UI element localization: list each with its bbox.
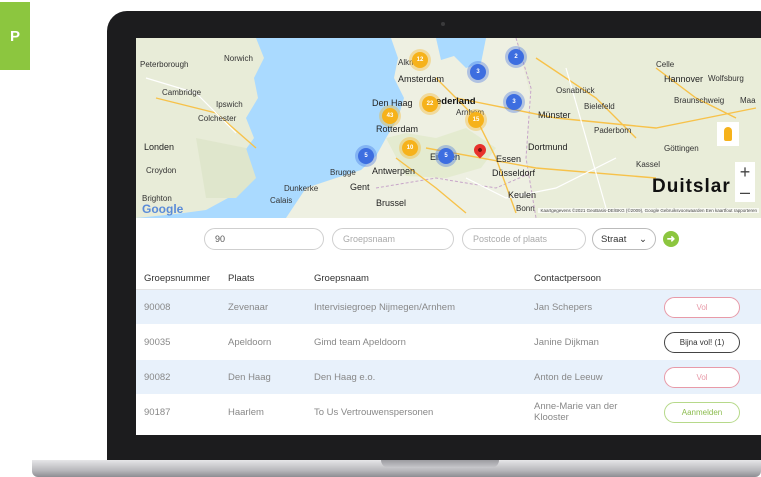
- laptop-mockup: P Peterborough Norwich Cambridge Ipswich…: [0, 0, 761, 477]
- camera-icon: [441, 22, 445, 26]
- map-label-gent: Gent: [350, 182, 370, 192]
- postcode-input[interactable]: Postcode of plaats: [462, 228, 586, 250]
- group-name-input[interactable]: Groepsnaam: [332, 228, 454, 250]
- map-label-braunschweig: Braunschweig: [674, 96, 725, 105]
- filter-bar: 90 Groepsnaam Postcode of plaats Straat …: [136, 228, 761, 252]
- map-label-norwich: Norwich: [224, 54, 253, 63]
- map-label-bielefeld: Bielefeld: [584, 102, 615, 111]
- map-label-hannover: Hannover: [664, 74, 704, 84]
- cell-group-number: 90035: [144, 336, 171, 348]
- map-label-wolfsburg: Wolfsburg: [708, 74, 744, 83]
- map-label-gottingen: Göttingen: [664, 144, 699, 153]
- status-button[interactable]: Vol: [664, 297, 740, 318]
- table-row: 90008 Zevenaar Intervisiegroep Nijmegen/…: [136, 290, 761, 325]
- map-label-ipswich: Ipswich: [216, 100, 243, 109]
- map-label-rotterdam: Rotterdam: [376, 124, 419, 134]
- cell-group-number: 90187: [144, 406, 171, 418]
- map-attribution[interactable]: Kaartgegevens ©2021 GeoBasis-DE/BKG (©20…: [538, 208, 759, 213]
- cell-group-number: 90082: [144, 371, 171, 383]
- map-cluster-marker[interactable]: 10: [402, 140, 418, 156]
- map-label-dunkerke: Dunkerke: [284, 184, 319, 193]
- cell-place: Zevenaar: [228, 301, 269, 313]
- cell-place: Den Haag: [228, 371, 271, 383]
- cell-group-name: Den Haag e.o.: [314, 371, 376, 383]
- map-label-dusseldorf: Düsseldorf: [492, 168, 536, 178]
- cell-group-name: To Us Vertrouwenspersonen: [314, 406, 434, 418]
- map-cluster-marker[interactable]: 5: [358, 148, 374, 164]
- search-go-button[interactable]: ➜: [663, 231, 679, 247]
- map-cluster-marker[interactable]: 12: [412, 52, 428, 68]
- screen: Peterborough Norwich Cambridge Ipswich C…: [136, 38, 761, 435]
- laptop-notch: [381, 460, 499, 468]
- table-row: 90082 Den Haag Den Haag e.o. Anton de Le…: [136, 360, 761, 395]
- map-label-brugge: Brugge: [330, 168, 356, 177]
- table-row: 90187 Haarlem To Us Vertrouwenspersonen …: [136, 395, 761, 430]
- groups-table: Groepsnummer Plaats Groepsnaam Contactpe…: [136, 268, 761, 430]
- group-number-input[interactable]: 90: [204, 228, 324, 250]
- map-cluster-marker[interactable]: 5: [438, 148, 454, 164]
- map-label-croydon: Croydon: [146, 166, 177, 175]
- cell-contact: Jan Schepers: [534, 301, 593, 313]
- map-cluster-marker[interactable]: 3: [506, 94, 522, 110]
- street-select[interactable]: Straat ⌄: [592, 228, 656, 250]
- map-label-denhaag: Den Haag: [372, 98, 413, 108]
- zoom-out-button[interactable]: –: [735, 182, 755, 202]
- header-group-number: Groepsnummer: [144, 273, 210, 284]
- map-label-osnabruck: Osnabrück: [556, 86, 595, 95]
- google-logo: Google: [142, 202, 184, 216]
- map-label-calais: Calais: [270, 196, 293, 205]
- cell-group-name: Gimd team Apeldoorn: [314, 336, 406, 348]
- map-label-dortmund: Dortmund: [528, 142, 568, 152]
- map-label-nederland: ederland: [436, 96, 476, 107]
- brand-badge: P: [0, 2, 30, 70]
- map-cluster-marker[interactable]: 43: [382, 108, 398, 124]
- map-label-amsterdam: Amsterdam: [398, 74, 445, 84]
- cell-place: Haarlem: [228, 406, 264, 418]
- map-label-bonn: Bonn: [516, 204, 535, 213]
- map-label-antwerpen: Antwerpen: [372, 166, 416, 176]
- map-label-maa: Maa: [740, 96, 756, 105]
- table-row: 90035 Apeldoorn Gimd team Apeldoorn Jani…: [136, 325, 761, 360]
- map-cluster-marker[interactable]: 3: [470, 64, 486, 80]
- map-cluster-marker[interactable]: 2: [508, 49, 524, 65]
- map-label-brussel: Brussel: [376, 198, 407, 208]
- chevron-down-icon: ⌄: [639, 233, 647, 245]
- table-header: Groepsnummer Plaats Groepsnaam Contactpe…: [136, 268, 761, 290]
- cell-place: Apeldoorn: [228, 336, 272, 348]
- cell-group-name: Intervisiegroep Nijmegen/Arnhem: [314, 301, 455, 313]
- cell-group-number: 90008: [144, 301, 171, 313]
- street-view-pegman-icon[interactable]: [717, 122, 739, 146]
- map-label-cambridge: Cambridge: [162, 88, 202, 97]
- map-label-munster: Münster: [538, 110, 571, 120]
- map-cluster-marker[interactable]: 15: [468, 112, 484, 128]
- header-place: Plaats: [228, 273, 255, 284]
- map-label-london: Londen: [144, 142, 175, 152]
- status-button[interactable]: Bijna vol! (1): [664, 332, 740, 353]
- header-group-name: Groepsnaam: [314, 273, 369, 284]
- cell-contact: Anne-Marie van der Klooster: [534, 401, 618, 423]
- map-label-duitsland: Duitslar: [652, 176, 731, 197]
- map-label-keulen: Keulen: [508, 190, 537, 200]
- register-button[interactable]: Aanmelden: [664, 402, 740, 423]
- status-button[interactable]: Vol: [664, 367, 740, 388]
- map-label-paderborn: Paderborn: [594, 126, 632, 135]
- map-label-essen: Essen: [496, 154, 522, 164]
- map-label-peterborough: Peterborough: [140, 60, 189, 69]
- zoom-in-button[interactable]: +: [735, 162, 755, 182]
- map-cluster-marker[interactable]: 22: [422, 96, 438, 112]
- cell-contact: Janine Dijkman: [534, 336, 599, 348]
- header-contact: Contactpersoon: [534, 273, 602, 284]
- map-label-colchester: Colchester: [198, 114, 237, 123]
- map-label-kassel: Kassel: [636, 160, 661, 169]
- group-map[interactable]: Peterborough Norwich Cambridge Ipswich C…: [136, 38, 761, 218]
- street-select-value: Straat: [601, 233, 627, 245]
- map-label-celle: Celle: [656, 60, 675, 69]
- cell-contact: Anton de Leeuw: [534, 371, 603, 383]
